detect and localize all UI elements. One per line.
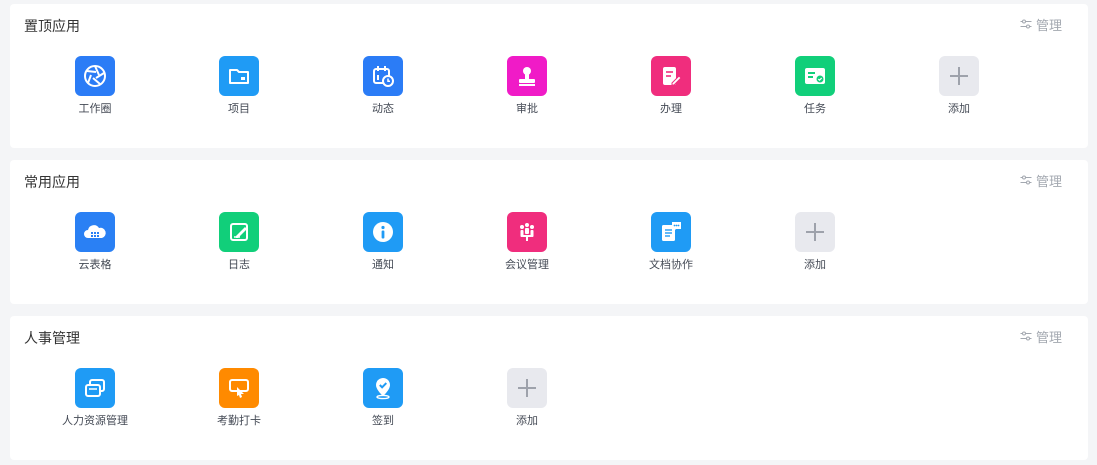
clock-in-icon <box>219 368 259 408</box>
hr-management-section: 人事管理 管理 人力资源管理 考勤打卡 签到 添加 <box>10 316 1088 460</box>
app-item-handle[interactable]: 办理 <box>626 56 716 116</box>
app-label: 项目 <box>228 102 250 115</box>
app-item-attendance[interactable]: 考勤打卡 <box>194 368 284 428</box>
sliders-icon <box>1020 18 1032 36</box>
app-item-project[interactable]: 项目 <box>194 56 284 116</box>
plus-icon <box>939 56 979 96</box>
section-title: 人事管理 <box>24 331 80 347</box>
app-grid: 云表格 日志 通知 会议管理 文档协作 添加 <box>10 212 1088 292</box>
app-label: 添加 <box>948 102 970 115</box>
info-icon <box>363 212 403 252</box>
sliders-icon <box>1020 174 1032 192</box>
app-label: 文档协作 <box>649 258 693 271</box>
app-label: 考勤打卡 <box>217 414 261 427</box>
folder-icon <box>219 56 259 96</box>
app-label: 办理 <box>660 102 682 115</box>
app-label: 通知 <box>372 258 394 271</box>
app-item-work-circle[interactable]: 工作圈 <box>50 56 140 116</box>
app-label: 人力资源管理 <box>62 414 128 427</box>
manage-label: 管理 <box>1035 331 1062 346</box>
app-label: 云表格 <box>78 258 112 271</box>
common-apps-section: 常用应用 管理 云表格 日志 通知 会议管理 文档协作 添加 <box>10 160 1088 304</box>
note-pen-icon <box>219 212 259 252</box>
calendar-clock-icon <box>363 56 403 96</box>
app-grid: 人力资源管理 考勤打卡 签到 添加 <box>10 368 1088 448</box>
pinned-apps-section: 置顶应用 管理 工作圈 项目 动态 审批 办理 任务 添加 <box>10 4 1088 148</box>
add-app-button[interactable]: 添加 <box>914 56 1004 116</box>
app-item-doc-collab[interactable]: 文档协作 <box>626 212 716 272</box>
app-item-task[interactable]: 任务 <box>770 56 860 116</box>
manage-button[interactable]: 管理 <box>1020 18 1062 36</box>
task-card-icon <box>795 56 835 96</box>
edit-document-icon <box>651 56 691 96</box>
app-center-page: 置顶应用 管理 工作圈 项目 动态 审批 办理 任务 添加 常用应用 管理 云表… <box>0 0 1097 465</box>
stamp-icon <box>507 56 547 96</box>
app-item-meeting[interactable]: 会议管理 <box>482 212 572 272</box>
app-item-approval[interactable]: 审批 <box>482 56 572 116</box>
app-label: 会议管理 <box>505 258 549 271</box>
plus-icon <box>507 368 547 408</box>
location-check-icon <box>363 368 403 408</box>
app-label: 添加 <box>516 414 538 427</box>
document-chat-icon <box>651 212 691 252</box>
meeting-icon <box>507 212 547 252</box>
manage-label: 管理 <box>1035 175 1062 190</box>
app-label: 审批 <box>516 102 538 115</box>
app-label: 动态 <box>372 102 394 115</box>
app-item-activity[interactable]: 动态 <box>338 56 428 116</box>
app-label: 工作圈 <box>78 102 112 115</box>
app-item-checkin[interactable]: 签到 <box>338 368 428 428</box>
manage-button[interactable]: 管理 <box>1020 330 1062 348</box>
add-app-button[interactable]: 添加 <box>770 212 860 272</box>
app-label: 签到 <box>372 414 394 427</box>
app-item-log[interactable]: 日志 <box>194 212 284 272</box>
manage-label: 管理 <box>1035 19 1062 34</box>
app-item-hr[interactable]: 人力资源管理 <box>50 368 140 428</box>
section-title: 常用应用 <box>24 175 80 191</box>
cloud-table-icon <box>75 212 115 252</box>
section-title: 置顶应用 <box>24 19 80 35</box>
app-label: 添加 <box>804 258 826 271</box>
app-label: 日志 <box>228 258 250 271</box>
cards-icon <box>75 368 115 408</box>
add-app-button[interactable]: 添加 <box>482 368 572 428</box>
app-grid: 工作圈 项目 动态 审批 办理 任务 添加 <box>10 56 1088 136</box>
app-item-notice[interactable]: 通知 <box>338 212 428 272</box>
app-item-cloud-table[interactable]: 云表格 <box>50 212 140 272</box>
sliders-icon <box>1020 330 1032 348</box>
aperture-icon <box>75 56 115 96</box>
app-label: 任务 <box>804 102 826 115</box>
manage-button[interactable]: 管理 <box>1020 174 1062 192</box>
plus-icon <box>795 212 835 252</box>
